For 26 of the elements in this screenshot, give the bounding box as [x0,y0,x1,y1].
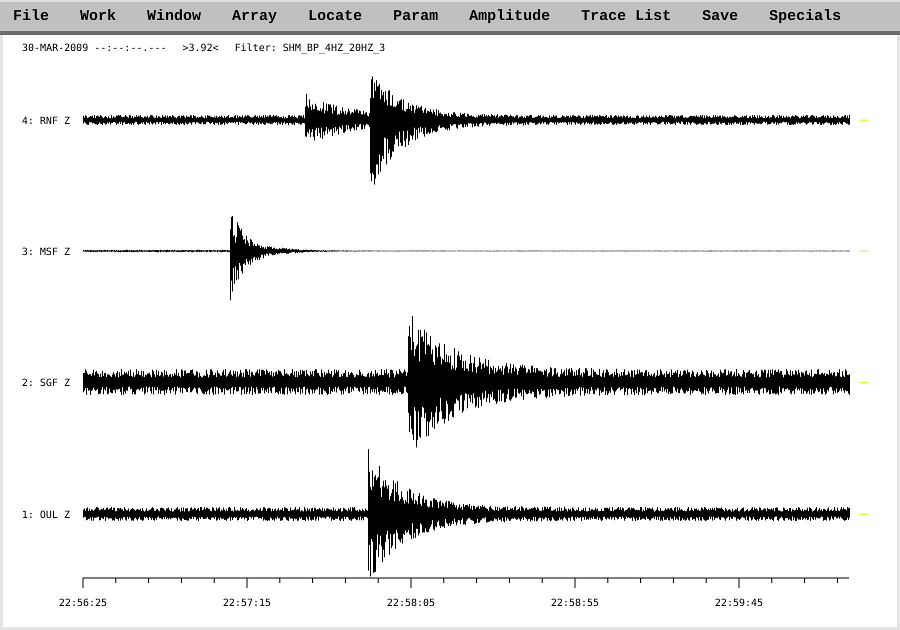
trace-label: 1: OUL Z [22,510,70,521]
trace-label: 4: RNF Z [22,116,70,127]
trace-marker [860,250,868,252]
trace-label: 2: SGF Z [22,378,70,389]
menu-item[interactable]: Array [232,8,278,26]
menu-item[interactable]: Window [147,8,202,26]
date-time-readout: 30-MAR-2009 --:--:--.--- [22,43,166,56]
menu-item[interactable]: Specials [769,8,842,26]
amplitude-readout: >3.92< [182,43,219,56]
axis-label: 22:57:15 [222,598,272,609]
menu-item[interactable]: File [13,8,50,26]
menu-item[interactable]: Save [702,8,738,26]
menu-item[interactable]: Amplitude [469,8,550,26]
axis-label: 22:56:25 [58,598,108,609]
menu-item[interactable]: Param [393,8,438,26]
axis-label: 22:58:55 [550,598,600,609]
trace-marker [860,382,868,383]
menu-item[interactable]: Trace List [581,8,672,26]
filter-label: Filter: SHM_BP_4HZ_20HZ_3 [234,43,386,56]
trace-marker [860,514,868,515]
axis-label: 22:59:45 [714,598,764,609]
trace-marker [860,120,868,121]
axis-label: 22:58:05 [386,598,436,609]
menu-item[interactable]: Locate [308,8,362,26]
trace-label: 3: MSF Z [22,247,70,258]
menu-item[interactable]: Work [80,8,116,26]
